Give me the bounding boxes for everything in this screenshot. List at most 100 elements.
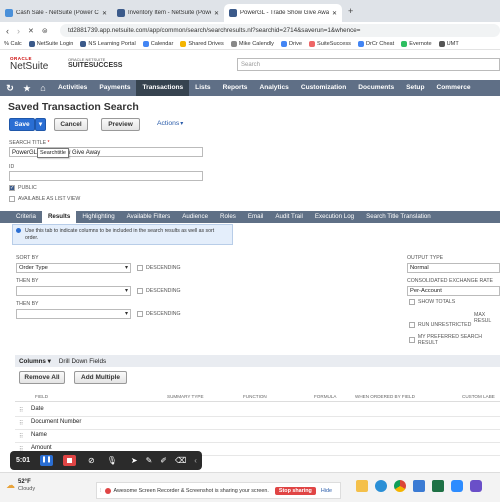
nav-documents[interactable]: Documents	[352, 80, 400, 96]
then-by-select-1[interactable]: ▾	[16, 286, 131, 296]
bookmark-drive[interactable]: Drive	[280, 41, 302, 47]
recent-icon[interactable]: ↻	[0, 83, 20, 94]
cancel-button[interactable]: Cancel	[54, 118, 88, 131]
remove-all-button[interactable]: Remove All	[19, 371, 65, 384]
home-icon[interactable]: ⌂	[34, 83, 52, 93]
descending-checkbox[interactable]	[137, 288, 143, 294]
star-icon[interactable]: ★	[20, 84, 34, 93]
bookmark-ns-learning[interactable]: NS Learning Portal	[80, 41, 136, 47]
preferred-result-checkbox[interactable]	[409, 337, 415, 343]
tab-available-filters[interactable]: Available Filters	[121, 211, 177, 223]
bookmark-suitesuccess[interactable]: SuiteSuccess	[309, 41, 351, 47]
bookmark-drcr-cheat[interactable]: DrCr Cheat	[357, 41, 394, 47]
app-icon[interactable]	[470, 480, 482, 492]
global-search-input[interactable]: Search	[237, 58, 500, 71]
nav-setup[interactable]: Setup	[400, 80, 430, 96]
zoom-icon[interactable]	[451, 480, 463, 492]
nav-commerce[interactable]: Commerce	[430, 80, 476, 96]
descending-row-3[interactable]: DESCENDING	[137, 311, 181, 317]
bookmark-netsuite-login[interactable]: NetSuite Login	[28, 41, 73, 47]
sort-by-select[interactable]: Order Type ▾	[16, 263, 131, 273]
folder-icon[interactable]	[356, 480, 368, 492]
url-field[interactable]: td2881739.app.netsuite.com/app/common/se…	[60, 24, 500, 37]
bookmark-evernote[interactable]: Evernote	[401, 41, 432, 47]
tab-criteria[interactable]: Criteria	[10, 211, 42, 223]
cursor-icon[interactable]: ➤	[131, 456, 138, 465]
stop-sharing-button[interactable]: Stop sharing	[274, 486, 316, 495]
public-checkbox[interactable]: ✓	[9, 185, 15, 191]
nav-analytics[interactable]: Analytics	[253, 80, 294, 96]
new-tab-icon[interactable]: +	[348, 6, 353, 16]
pause-button[interactable]: ❚❚	[40, 455, 54, 466]
run-unrestricted-row[interactable]: RUN UNRESTRICTED	[409, 322, 471, 328]
nav-reports[interactable]: Reports	[217, 80, 254, 96]
tab-audit-trail[interactable]: Audit Trail	[269, 211, 309, 223]
tab-roles[interactable]: Roles	[214, 211, 242, 223]
back-icon[interactable]: ‹	[6, 26, 9, 36]
tab-email[interactable]: Email	[242, 211, 269, 223]
nav-customization[interactable]: Customization	[295, 80, 352, 96]
store-icon[interactable]	[413, 480, 425, 492]
tab-execution-log[interactable]: Execution Log	[309, 211, 360, 223]
pen-icon[interactable]: ✎	[146, 456, 153, 465]
bookmark-calendar[interactable]: Calendar	[142, 41, 173, 47]
close-icon[interactable]: ✕	[102, 10, 107, 17]
available-list-view-row[interactable]: AVAILABLE AS LIST VIEW	[9, 196, 80, 202]
drag-handle-icon[interactable]: ⠿	[19, 407, 23, 414]
drag-handle-icon[interactable]: ⠿	[19, 433, 23, 440]
close-icon[interactable]: ✕	[332, 10, 337, 17]
output-type-select[interactable]: Normal	[407, 263, 500, 273]
add-multiple-button[interactable]: Add Multiple	[74, 371, 127, 384]
show-totals-checkbox[interactable]	[409, 299, 415, 305]
then-by-select-2[interactable]: ▾	[16, 309, 131, 319]
browser-tab-cash-sale[interactable]: Cash Sale - NetSuite (Power Cloud I... ✕	[0, 4, 112, 22]
close-icon[interactable]: ✕	[28, 27, 34, 35]
chrome-icon[interactable]	[394, 480, 406, 492]
save-options-dropdown[interactable]: ▾	[35, 118, 46, 131]
save-button[interactable]: Save	[9, 118, 35, 131]
bookmark-shared-drives[interactable]: Shared Drives	[180, 41, 224, 47]
edge-icon[interactable]	[375, 480, 387, 492]
descending-row-2[interactable]: DESCENDING	[137, 288, 181, 294]
highlighter-icon[interactable]: ✐	[160, 456, 167, 465]
site-info-icon[interactable]: ⊜	[42, 27, 48, 35]
tab-drill-down-fields[interactable]: Drill Down Fields	[55, 358, 110, 365]
bookmark-mike-calendly[interactable]: Mike Calendly	[230, 41, 274, 47]
tab-audience[interactable]: Audience	[176, 211, 214, 223]
descending-checkbox[interactable]	[137, 311, 143, 317]
netsuite-logo[interactable]: ORACLE NetSuite	[10, 56, 48, 72]
tab-highlighting[interactable]: Highlighting	[76, 211, 120, 223]
excel-icon[interactable]	[432, 480, 444, 492]
descending-checkbox[interactable]	[137, 265, 143, 271]
hide-button[interactable]: Hide	[321, 488, 332, 494]
nav-payments[interactable]: Payments	[93, 80, 136, 96]
descending-row-1[interactable]: DESCENDING	[137, 265, 181, 271]
drag-handle-icon[interactable]: ⠿	[19, 420, 23, 427]
nav-transactions[interactable]: Transactions	[136, 80, 190, 96]
stop-button[interactable]	[63, 455, 77, 466]
microphone-icon[interactable]: 🎙	[107, 456, 117, 465]
eraser-icon[interactable]: ⌫	[175, 456, 186, 465]
collapse-icon[interactable]: ‹	[194, 456, 197, 465]
exchange-rate-select[interactable]: Per-Account	[407, 286, 500, 296]
tab-columns[interactable]: Columns ▾	[15, 358, 55, 365]
nav-activities[interactable]: Activities	[52, 80, 93, 96]
bookmark-umt[interactable]: UMT	[438, 41, 459, 47]
table-row[interactable]: ⠿ Name	[15, 430, 500, 443]
tab-search-title-translation[interactable]: Search Title Translation	[360, 211, 437, 223]
preview-button[interactable]: Preview	[101, 118, 140, 131]
tab-results[interactable]: Results	[41, 211, 77, 223]
forward-icon[interactable]: ›	[17, 26, 20, 36]
public-checkbox-row[interactable]: ✓ PUBLIC	[9, 185, 37, 191]
bookmark-calc[interactable]: % Calc	[4, 41, 22, 47]
table-row[interactable]: ⠿ Document Number	[15, 417, 500, 430]
id-input[interactable]	[9, 171, 203, 181]
close-icon[interactable]: ✕	[214, 10, 219, 17]
browser-tab-powergl[interactable]: PowerGL - Trade Show Give Awa... ✕	[224, 4, 342, 22]
nav-lists[interactable]: Lists	[189, 80, 216, 96]
browser-tab-inventory-item[interactable]: Inventory Item - NetSuite (Power Cl... ✕	[112, 4, 224, 22]
table-row[interactable]: ⠿ Date	[15, 404, 500, 417]
show-totals-row[interactable]: SHOW TOTALS	[409, 299, 455, 305]
preferred-result-row[interactable]: MY PREFERRED SEARCH RESULT	[409, 334, 500, 346]
available-list-view-checkbox[interactable]	[9, 196, 15, 202]
